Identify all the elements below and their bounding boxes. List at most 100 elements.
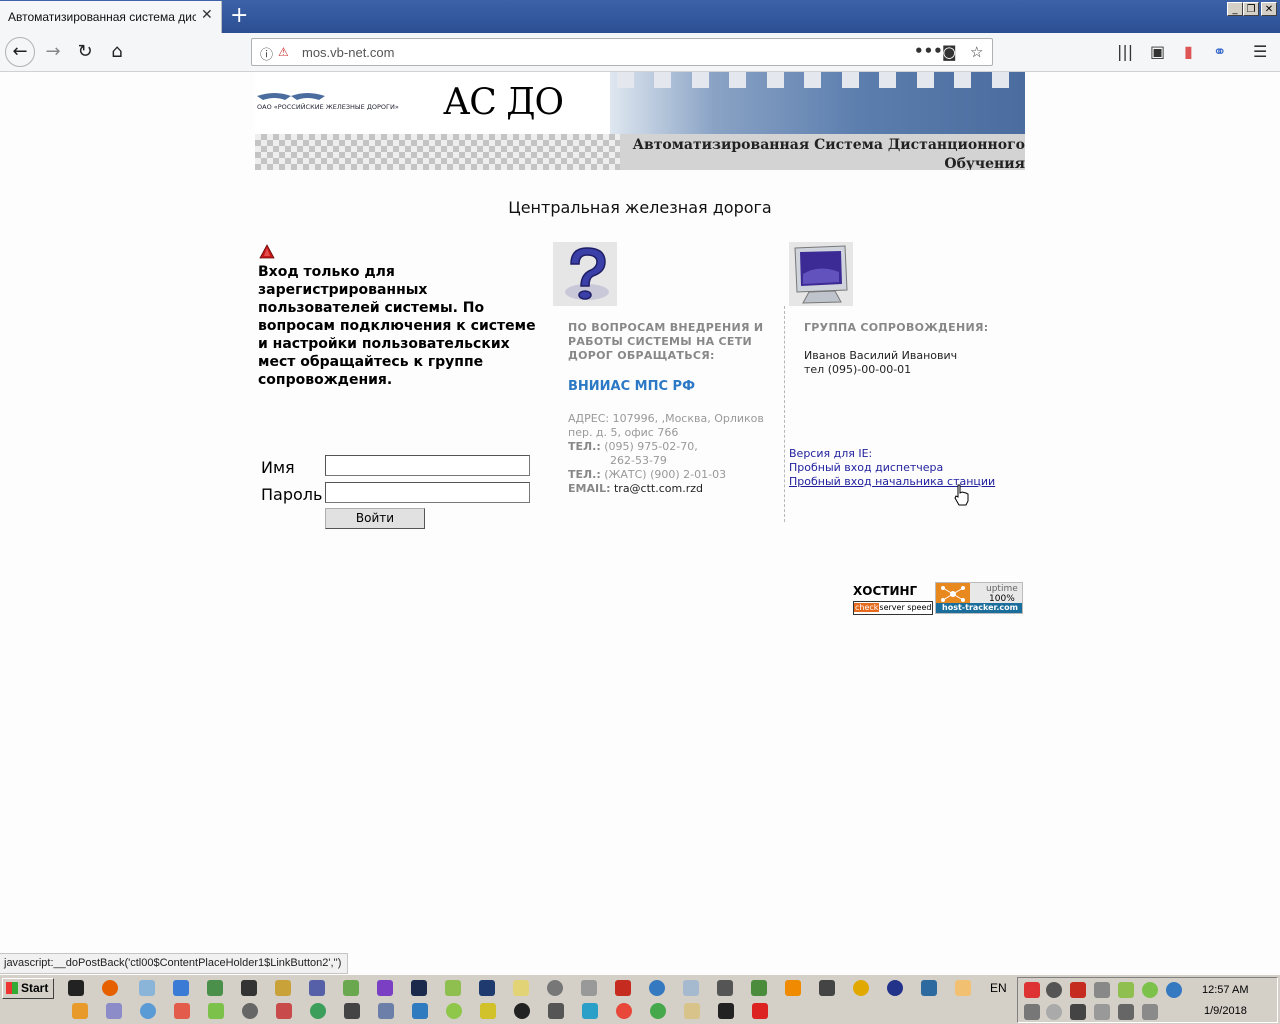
forward-icon[interactable]: → (38, 37, 68, 67)
banner-square (654, 72, 671, 88)
tray-icon-1[interactable] (1024, 982, 1040, 998)
snip-icon[interactable] (343, 980, 359, 996)
tools-icon[interactable] (275, 980, 291, 996)
quick-icon-10[interactable] (378, 1003, 394, 1019)
password-label: Пароль (261, 485, 323, 504)
headphones-icon[interactable] (853, 980, 869, 996)
tray-icon-6[interactable] (1142, 982, 1158, 998)
pocket-icon[interactable]: ◙ (942, 43, 957, 61)
tray-icon-7[interactable] (1166, 982, 1182, 998)
taskbar: Start EN 12:57 AM 1/9/2018 (0, 974, 1280, 1024)
menu-icon[interactable]: ☰ (1253, 42, 1267, 61)
quick-icon-6[interactable] (242, 1003, 258, 1019)
globe-icon[interactable] (649, 980, 665, 996)
window-icon[interactable] (581, 980, 597, 996)
bookmark-star-icon[interactable]: ☆ (970, 43, 983, 61)
back-icon[interactable]: ← (5, 37, 35, 67)
page-actions-icon[interactable]: ••• (914, 42, 943, 60)
disc-icon[interactable] (547, 980, 563, 996)
home-icon[interactable]: ⌂ (102, 37, 132, 67)
info-icon[interactable]: ⓘ (260, 44, 273, 63)
chrome-icon[interactable] (616, 1003, 632, 1019)
tray-filezilla-icon[interactable] (1070, 982, 1086, 998)
filezilla-icon[interactable] (615, 980, 631, 996)
clapper-icon[interactable] (717, 980, 733, 996)
fb-app-icon[interactable] (241, 980, 257, 996)
folder-app-icon[interactable] (955, 980, 971, 996)
tray-icon-10[interactable] (1070, 1004, 1086, 1020)
quick-icon-14[interactable] (514, 1003, 530, 1019)
gear-app-icon[interactable] (751, 980, 767, 996)
link-app-icon[interactable] (309, 980, 325, 996)
quick-icon-11[interactable] (412, 1003, 428, 1019)
7zip-icon[interactable] (718, 1003, 734, 1019)
start-button[interactable]: Start (2, 978, 54, 999)
quick-icon-4[interactable] (174, 1003, 190, 1019)
extension-icon[interactable]: ▮ (1184, 42, 1193, 61)
site-subtitle: Автоматизированная Система Дистанционног… (632, 137, 1025, 170)
network-icon[interactable] (207, 980, 223, 996)
language-indicator[interactable]: EN (990, 981, 1007, 995)
explorer-icon[interactable] (684, 1003, 700, 1019)
visual-studio-icon[interactable] (377, 980, 393, 996)
settings-icon[interactable] (173, 980, 189, 996)
active-tab[interactable]: Автоматизированная система дистанционног… (0, 1, 222, 33)
link-status-bar: javascript:__doPostBack('ctl00$ContentPl… (0, 953, 349, 974)
quick-icon-13[interactable] (480, 1003, 496, 1019)
dispatcher-login-link[interactable]: Пробный вход диспетчера (789, 461, 995, 475)
tray-icon-9[interactable] (1046, 1004, 1062, 1020)
url-text[interactable]: mos.vb-net.com (302, 45, 394, 60)
quick-icon-16[interactable] (582, 1003, 598, 1019)
tray-icon-2[interactable] (1046, 982, 1062, 998)
pen-icon[interactable] (445, 980, 461, 996)
notepad-icon[interactable] (139, 980, 155, 996)
minimize-button[interactable]: _ (1227, 2, 1243, 16)
extension-icon-2[interactable]: ⚭ (1213, 42, 1226, 61)
quick-icon-18[interactable] (650, 1003, 666, 1019)
quick-icon-3[interactable] (140, 1003, 156, 1019)
volume-icon[interactable] (1094, 1004, 1110, 1020)
banner-square (767, 72, 784, 88)
library-icon[interactable]: ||| (1117, 42, 1133, 61)
close-window-button[interactable]: ✕ (1261, 2, 1277, 16)
monitor-app-icon[interactable] (921, 980, 937, 996)
remote-icon[interactable] (683, 980, 699, 996)
check-server-speed-badge[interactable]: checkserver speed (853, 601, 933, 615)
email-label: EMAIL: (568, 482, 611, 495)
uptime-label: uptime (986, 584, 1018, 594)
quick-icon-2[interactable] (106, 1003, 122, 1019)
firefox-icon[interactable] (102, 980, 118, 996)
quick-icon-15[interactable] (548, 1003, 564, 1019)
name-input[interactable] (325, 455, 530, 476)
terminal-icon[interactable] (411, 980, 427, 996)
quick-icon-21[interactable] (752, 1003, 768, 1019)
quick-icon-5[interactable] (208, 1003, 224, 1019)
eclipse-icon[interactable] (887, 980, 903, 996)
quick-icon-8[interactable] (310, 1003, 326, 1019)
password-input[interactable] (325, 482, 530, 503)
url-bar[interactable]: ⓘ ⚠ mos.vb-net.com ••• ◙ ☆ (251, 38, 993, 66)
host-tracker-badge[interactable]: uptime 100% host-tracker.com (935, 582, 1023, 614)
tray-icon-8[interactable] (1024, 1004, 1040, 1020)
network-tool-icon[interactable] (819, 980, 835, 996)
sidebar-icon[interactable]: ▣ (1150, 42, 1165, 61)
clock-time[interactable]: 12:57 AM (1202, 984, 1248, 996)
restore-button[interactable]: ❐ (1243, 2, 1259, 16)
quick-icon-12[interactable] (446, 1003, 462, 1019)
quick-icon-9[interactable] (344, 1003, 360, 1019)
network-tray-icon[interactable] (1118, 1004, 1134, 1020)
reload-icon[interactable]: ↻ (70, 37, 100, 67)
tray-icon-5[interactable] (1118, 982, 1134, 998)
save-icon[interactable] (479, 980, 495, 996)
cmd-icon[interactable] (68, 980, 84, 996)
new-tab-button[interactable]: + (230, 3, 248, 29)
tray-icon-4[interactable] (1094, 982, 1110, 998)
tab-close-icon[interactable]: ✕ (201, 7, 213, 23)
quick-icon-7[interactable] (276, 1003, 292, 1019)
notes-icon[interactable] (513, 980, 529, 996)
quick-icon-1[interactable] (72, 1003, 88, 1019)
clock-date[interactable]: 1/9/2018 (1204, 1005, 1247, 1017)
vlc-icon[interactable] (785, 980, 801, 996)
tray-icon-13[interactable] (1142, 1004, 1158, 1020)
login-button[interactable]: Войти (325, 508, 425, 529)
